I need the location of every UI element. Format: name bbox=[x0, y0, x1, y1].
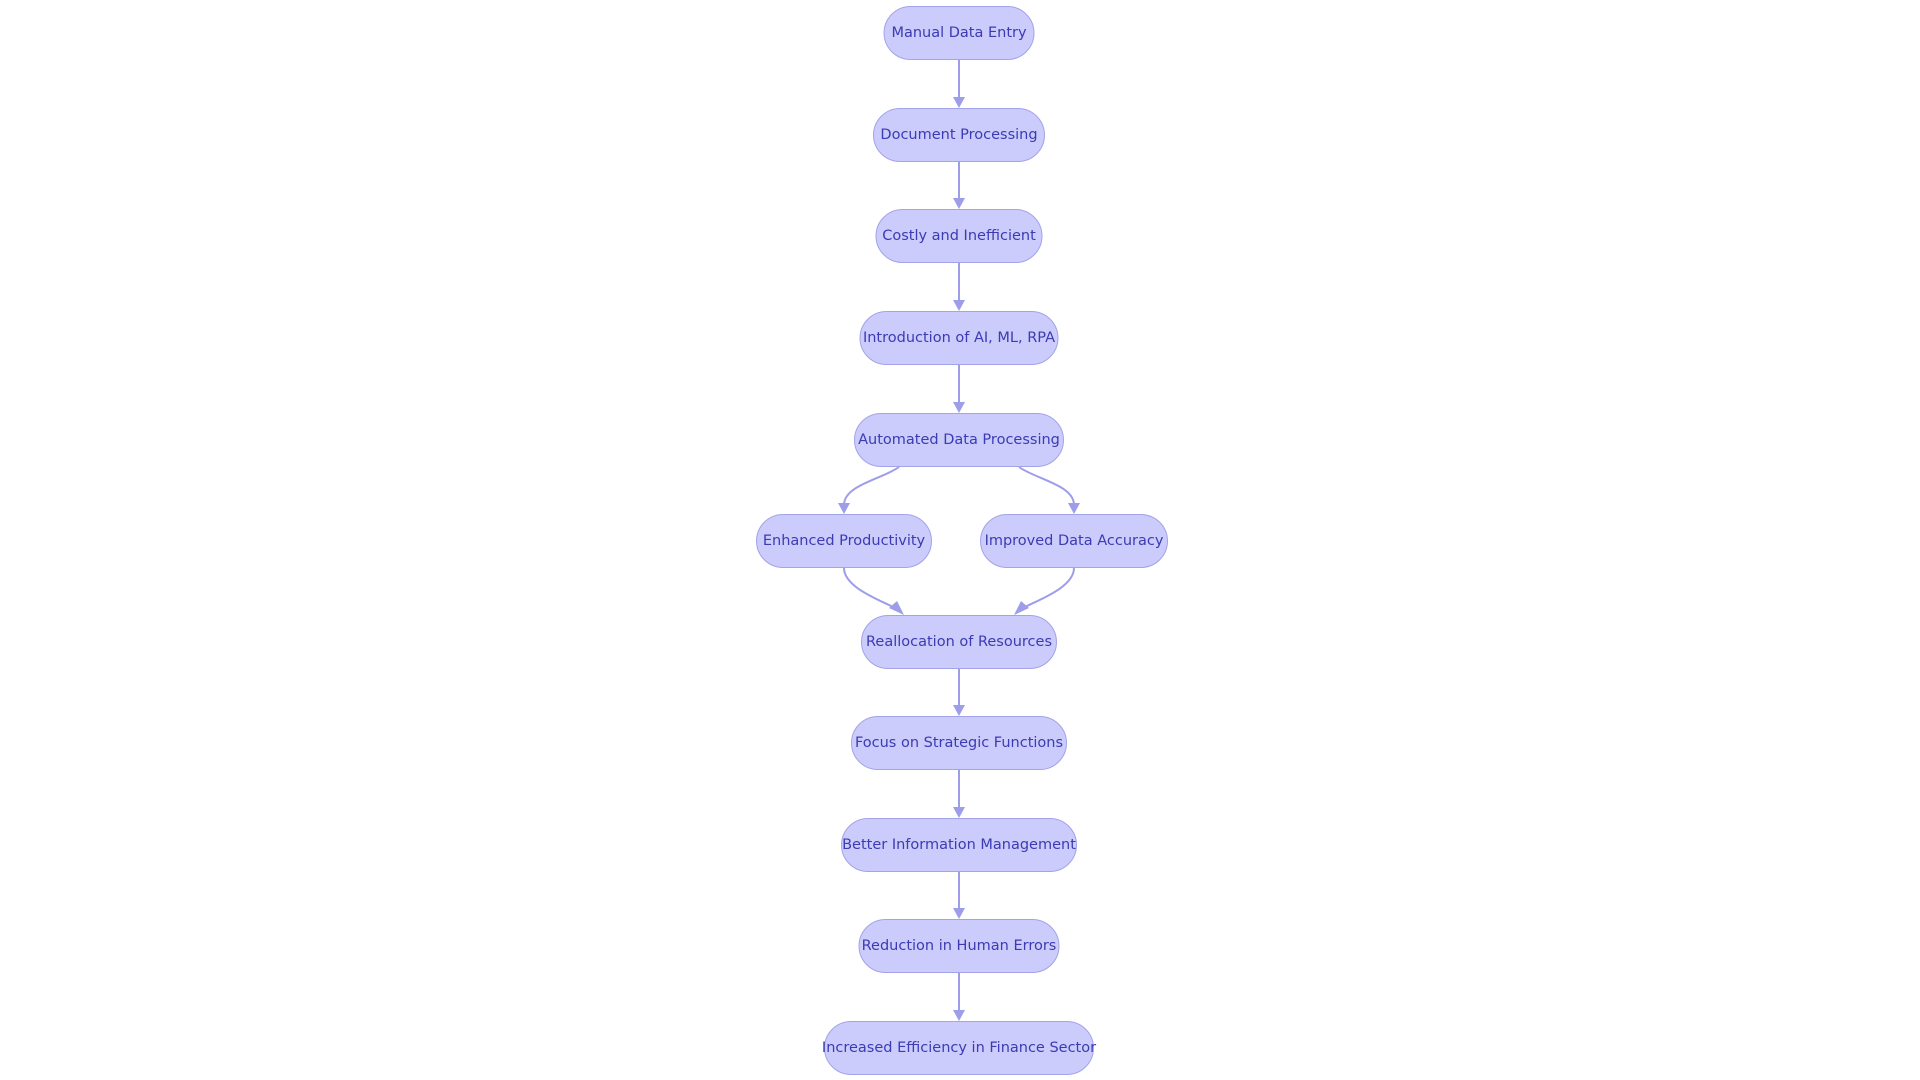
node-better: Better Information Management bbox=[841, 818, 1077, 872]
edge-automated-improved bbox=[1018, 466, 1075, 506]
node-document: Document Processing bbox=[873, 108, 1045, 162]
arrowhead-icon bbox=[838, 503, 850, 514]
arrowhead-icon bbox=[953, 402, 965, 413]
arrowhead-icon bbox=[953, 1010, 965, 1021]
edge-improved-realloc bbox=[1022, 567, 1075, 609]
node-realloc: Reallocation of Resources bbox=[861, 615, 1057, 669]
node-automated: Automated Data Processing bbox=[854, 413, 1064, 467]
node-manual: Manual Data Entry bbox=[883, 6, 1035, 60]
edges-layer bbox=[838, 60, 1080, 1021]
node-increased: Increased Efficiency in Finance Sector bbox=[822, 1021, 1096, 1075]
node-intro: Introduction of AI, ML, RPA bbox=[859, 311, 1059, 365]
arrowhead-icon bbox=[1014, 601, 1029, 615]
arrowhead-icon bbox=[953, 97, 965, 108]
arrowhead-icon bbox=[953, 300, 965, 311]
node-improved: Improved Data Accuracy bbox=[980, 514, 1168, 568]
edge-automated-enhanced bbox=[843, 466, 900, 506]
edge-enhanced-realloc bbox=[843, 567, 896, 609]
node-focus: Focus on Strategic Functions bbox=[851, 716, 1067, 770]
node-costly: Costly and Inefficient bbox=[875, 209, 1043, 263]
arrowhead-icon bbox=[953, 908, 965, 919]
arrowhead-icon bbox=[953, 807, 965, 818]
node-enhanced: Enhanced Productivity bbox=[756, 514, 932, 568]
arrowhead-icon bbox=[1068, 503, 1080, 514]
arrowhead-icon bbox=[953, 198, 965, 209]
arrowhead-icon bbox=[889, 601, 904, 615]
arrowhead-icon bbox=[953, 705, 965, 716]
node-reduction: Reduction in Human Errors bbox=[858, 919, 1060, 973]
